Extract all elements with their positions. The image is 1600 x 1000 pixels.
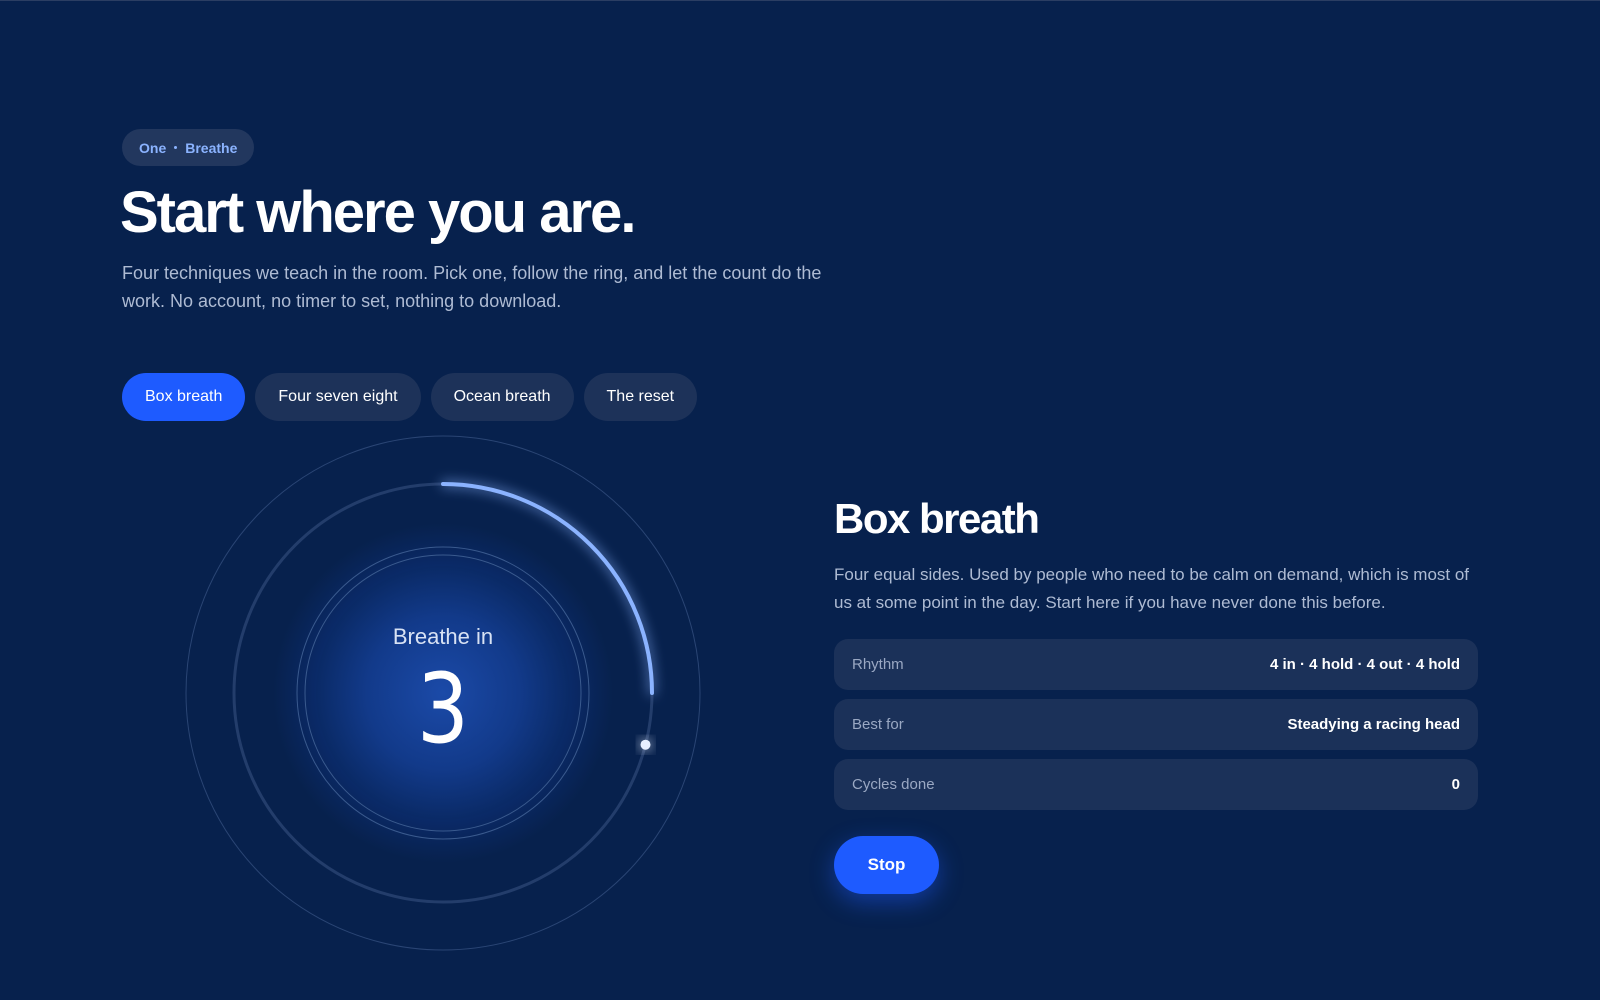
technique-tabs: Box breath Four seven eight Ocean breath… <box>122 373 698 421</box>
fact-label: Rhythm <box>852 656 904 673</box>
stop-button[interactable]: Stop <box>834 836 939 894</box>
eyebrow-label: Breathe <box>185 139 238 156</box>
technique-description: Four equal sides. Used by people who nee… <box>834 565 1470 612</box>
fact-value: 0 <box>1451 776 1460 793</box>
breathing-ring: Breathe in 3 <box>184 434 702 952</box>
fact-label: Cycles done <box>852 776 935 793</box>
fact-value: Steadying a racing head <box>1287 716 1460 733</box>
eyebrow-number: One <box>139 139 167 156</box>
fact-row-rhythm: Rhythm 4 in · 4 hold · 4 out · 4 hold <box>834 639 1478 690</box>
section-eyebrow: One Breathe <box>122 129 255 166</box>
page-title: Start where you are. <box>120 180 636 245</box>
tab-ocean-breath[interactable]: Ocean breath <box>430 373 574 421</box>
fact-row-cycles-done: Cycles done 0 <box>834 759 1478 810</box>
tab-box-breath[interactable]: Box breath <box>122 373 246 421</box>
technique-title: Box breath <box>834 495 1040 542</box>
intro-text: Four techniques we teach in the room. Pi… <box>122 263 822 311</box>
page: One Breathe Start where you are. Four te… <box>0 0 1600 1000</box>
technique-detail: Box breath Four equal sides. Used by peo… <box>834 491 1478 894</box>
fact-label: Best for <box>852 716 904 733</box>
fact-value: 4 in · 4 hold · 4 out · 4 hold <box>1270 656 1460 673</box>
breath-count: 3 <box>417 653 469 765</box>
eyebrow-separator-dot <box>174 146 178 149</box>
tab-four-seven-eight[interactable]: Four seven eight <box>255 373 421 421</box>
tab-the-reset[interactable]: The reset <box>583 373 698 421</box>
technique-facts: Rhythm 4 in · 4 hold · 4 out · 4 hold Be… <box>834 639 1478 810</box>
breath-phase-label: Breathe in <box>392 624 494 649</box>
fact-row-best-for: Best for Steadying a racing head <box>834 699 1478 750</box>
